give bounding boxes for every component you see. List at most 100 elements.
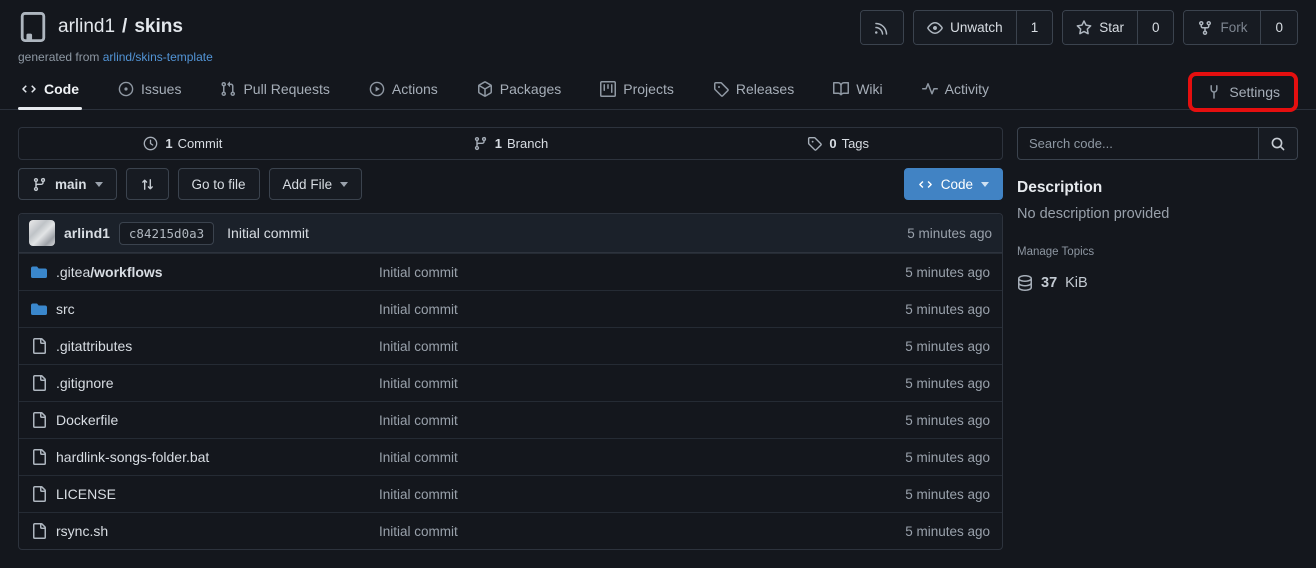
file-name[interactable]: LICENSE: [56, 486, 116, 502]
repo-name-link[interactable]: skins: [134, 16, 183, 38]
database-icon: [1017, 275, 1033, 291]
tab-activity-label: Activity: [945, 81, 989, 97]
tab-issues[interactable]: Issues: [115, 81, 184, 109]
file-commit-message[interactable]: Initial commit: [379, 339, 905, 354]
file-name[interactable]: src: [56, 301, 75, 317]
tab-activity[interactable]: Activity: [919, 81, 992, 109]
tab-code[interactable]: Code: [18, 81, 82, 109]
tags-stat[interactable]: 0 Tags: [674, 128, 1002, 159]
pull-request-icon: [220, 81, 236, 97]
star-icon: [1076, 20, 1092, 36]
tag-icon: [713, 81, 729, 97]
branch-icon: [32, 177, 47, 192]
table-row[interactable]: src Initial commit 5 minutes ago: [19, 290, 1002, 327]
table-row[interactable]: rsync.sh Initial commit 5 minutes ago: [19, 512, 1002, 549]
chevron-down-icon: [981, 182, 989, 187]
add-file-button[interactable]: Add File: [269, 168, 363, 200]
commit-author-link[interactable]: arlind1: [64, 225, 110, 241]
pulse-icon: [922, 81, 938, 97]
file-commit-time: 5 minutes ago: [905, 450, 990, 465]
tag-icon: [807, 136, 822, 151]
file-icon: [31, 486, 47, 502]
tab-settings[interactable]: Settings: [1203, 84, 1283, 100]
file-commit-message[interactable]: Initial commit: [379, 450, 905, 465]
fork-icon: [1197, 20, 1213, 36]
tab-settings-label: Settings: [1229, 84, 1280, 100]
avatar[interactable]: [29, 220, 55, 246]
tab-projects[interactable]: Projects: [597, 81, 677, 109]
tab-issues-label: Issues: [141, 81, 181, 97]
tab-releases[interactable]: Releases: [710, 81, 797, 109]
add-file-label: Add File: [283, 177, 333, 192]
file-commit-message[interactable]: Initial commit: [379, 487, 905, 502]
table-row[interactable]: hardlink-songs-folder.bat Initial commit…: [19, 438, 1002, 475]
generated-from-line: generated from arlind/skins-template: [18, 50, 1298, 64]
table-row[interactable]: .gitattributes Initial commit 5 minutes …: [19, 327, 1002, 364]
description-text: No description provided: [1017, 206, 1298, 222]
tab-actions-label: Actions: [392, 81, 438, 97]
file-name[interactable]: .gitattributes: [56, 338, 132, 354]
manage-topics-link[interactable]: Manage Topics: [1017, 246, 1298, 258]
file-commit-message[interactable]: Initial commit: [379, 376, 905, 391]
search-input[interactable]: [1017, 127, 1259, 160]
go-to-file-label: Go to file: [192, 177, 246, 192]
commit-message-link[interactable]: Initial commit: [227, 225, 309, 241]
forks-count[interactable]: 0: [1260, 11, 1297, 44]
watchers-count[interactable]: 1: [1016, 11, 1053, 44]
table-row[interactable]: Dockerfile Initial commit 5 minutes ago: [19, 401, 1002, 438]
rss-button[interactable]: [861, 11, 903, 44]
file-name[interactable]: .gitea/workflows: [56, 264, 163, 280]
table-row[interactable]: .gitignore Initial commit 5 minutes ago: [19, 364, 1002, 401]
file-name[interactable]: hardlink-songs-folder.bat: [56, 449, 209, 465]
star-label: Star: [1099, 20, 1124, 35]
repo-size-unit: KiB: [1065, 275, 1088, 291]
repository-icon: [18, 12, 48, 42]
fork-button[interactable]: Fork: [1184, 11, 1260, 44]
table-row[interactable]: LICENSE Initial commit 5 minutes ago: [19, 475, 1002, 512]
file-commit-message[interactable]: Initial commit: [379, 413, 905, 428]
file-commit-time: 5 minutes ago: [905, 487, 990, 502]
code-toolbar: main Go to file Add File Code: [18, 168, 1003, 200]
latest-commit-row: arlind1 c84215d0a3 Initial commit 5 minu…: [19, 214, 1002, 253]
commits-stat[interactable]: 1 Commit: [19, 128, 347, 159]
branch-selector[interactable]: main: [18, 168, 117, 200]
file-icon: [31, 449, 47, 465]
repo-size: 37 KiB: [1017, 275, 1298, 291]
file-commit-message[interactable]: Initial commit: [379, 524, 905, 539]
stars-count[interactable]: 0: [1137, 11, 1174, 44]
star-button[interactable]: Star: [1063, 11, 1137, 44]
unwatch-button[interactable]: Unwatch: [914, 11, 1016, 44]
code-download-button[interactable]: Code: [904, 168, 1003, 200]
tab-actions[interactable]: Actions: [366, 81, 441, 109]
tab-packages[interactable]: Packages: [474, 81, 564, 109]
tab-code-label: Code: [44, 81, 79, 97]
table-row[interactable]: .gitea/workflows Initial commit 5 minute…: [19, 253, 1002, 290]
repo-owner-link[interactable]: arlind1: [58, 16, 115, 38]
file-commit-message[interactable]: Initial commit: [379, 265, 905, 280]
tab-pull-requests[interactable]: Pull Requests: [217, 81, 332, 109]
rss-icon: [874, 20, 890, 36]
branches-stat[interactable]: 1 Branch: [347, 128, 675, 159]
tab-wiki-label: Wiki: [856, 81, 882, 97]
package-icon: [477, 81, 493, 97]
fork-label: Fork: [1220, 20, 1247, 35]
go-to-file-button[interactable]: Go to file: [178, 168, 260, 200]
file-commit-time: 5 minutes ago: [905, 376, 990, 391]
repo-main-column: 1 Commit 1 Branch 0 Tags: [18, 127, 1003, 550]
file-name[interactable]: Dockerfile: [56, 412, 118, 428]
repo-tab-bar: Code Issues Pull Requests Actions Packag…: [0, 68, 1316, 110]
search-button[interactable]: [1259, 127, 1298, 160]
page-title: arlind1 / skins: [58, 16, 183, 38]
file-name[interactable]: .gitignore: [56, 375, 114, 391]
branches-count: 1: [495, 136, 502, 151]
template-repo-link[interactable]: arlind/skins-template: [103, 50, 213, 64]
file-name[interactable]: rsync.sh: [56, 523, 108, 539]
commit-hash-badge[interactable]: c84215d0a3: [119, 222, 214, 245]
file-browser-box: arlind1 c84215d0a3 Initial commit 5 minu…: [18, 213, 1003, 550]
tab-projects-label: Projects: [623, 81, 674, 97]
tab-wiki[interactable]: Wiki: [830, 81, 885, 109]
search-icon: [1270, 136, 1286, 152]
description-heading: Description: [1017, 179, 1298, 197]
file-commit-message[interactable]: Initial commit: [379, 302, 905, 317]
compare-button[interactable]: [126, 168, 169, 200]
